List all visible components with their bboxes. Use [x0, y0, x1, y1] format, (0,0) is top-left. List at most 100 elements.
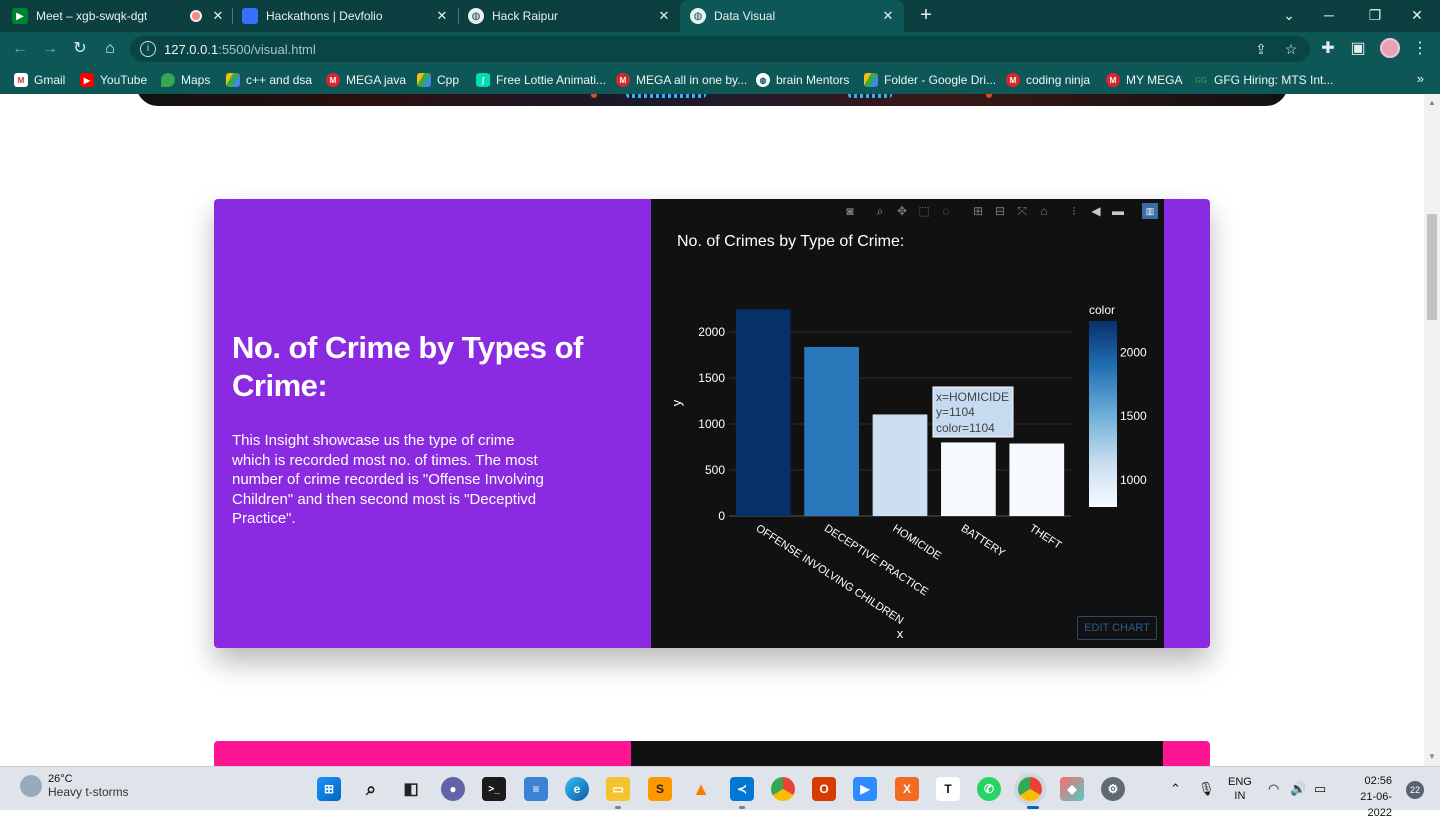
mega-icon: M	[326, 73, 340, 87]
x-tick-label: HOMICIDE	[890, 522, 943, 562]
tab-separator	[232, 8, 233, 24]
start-icon[interactable]: ⊞	[317, 777, 341, 801]
tab-hack-raipur[interactable]: ◍ Hack Raipur ✕	[460, 0, 680, 32]
minimize-button[interactable]: ─	[1306, 0, 1352, 32]
wifi-icon[interactable]: ◠	[1268, 767, 1279, 811]
whatsapp-icon[interactable]: ✆	[977, 777, 1001, 801]
close-icon[interactable]: ✕	[656, 8, 672, 24]
close-window-button[interactable]: ✕	[1394, 0, 1440, 32]
y-tick-label: 2000	[698, 325, 725, 339]
close-icon[interactable]: ✕	[210, 8, 226, 24]
address-bar[interactable]: i 127.0.0.1:5500/visual.html ⇪ ☆	[130, 36, 1310, 62]
tray-overflow-icon[interactable]: ⌃	[1170, 767, 1181, 811]
bookmark-my-mega[interactable]: M MY MEGA	[1106, 71, 1182, 89]
maps-icon	[161, 73, 175, 87]
bookmark-gmail[interactable]: M Gmail	[14, 71, 65, 89]
chat-icon[interactable]: ●	[441, 777, 465, 801]
tooltip-x: x=HOMICIDE	[936, 390, 1009, 404]
zoom-app-icon[interactable]: ▶	[853, 777, 877, 801]
terminal-icon[interactable]: >_	[482, 777, 506, 801]
youtube-icon: ▶	[80, 73, 94, 87]
bookmark-maps[interactable]: Maps	[161, 71, 210, 89]
typora-icon[interactable]: T	[936, 777, 960, 801]
clock[interactable]: 02:56 21-06-2022	[1340, 773, 1392, 821]
scroll-up-arrow-icon[interactable]: ▲	[1428, 98, 1436, 107]
site-info-icon[interactable]: i	[140, 41, 156, 57]
reload-button[interactable]: ↻	[70, 39, 90, 59]
search-icon[interactable]: ⌕	[359, 777, 383, 801]
y-axis-label: y	[669, 399, 684, 406]
drive-icon	[226, 73, 240, 87]
weather-widget[interactable]: 26°C Heavy t-storms	[20, 773, 129, 799]
bar	[1009, 443, 1065, 516]
office-icon[interactable]: O	[812, 777, 836, 801]
back-button[interactable]: ←	[10, 39, 30, 59]
edit-chart-button[interactable]: EDIT CHART	[1077, 616, 1157, 640]
close-icon[interactable]: ✕	[434, 8, 450, 24]
bookmark-lottie[interactable]: ʃ Free Lottie Animati...	[476, 71, 606, 89]
tab-title: Data Visual	[714, 9, 776, 23]
mega-icon: M	[616, 73, 630, 87]
restore-button[interactable]: ❐	[1352, 0, 1398, 32]
microphone-icon[interactable]: 🎙	[1198, 767, 1215, 811]
share-icon[interactable]: ⇪	[1252, 40, 1270, 58]
task-view-icon[interactable]: ◧	[399, 777, 423, 801]
running-indicator	[739, 806, 745, 809]
bar-chart: No. of Crimes by Type of Crime: 0 500 1000…	[669, 233, 1147, 641]
bookmark-youtube[interactable]: ▶ YouTube	[80, 71, 147, 89]
vscode-icon[interactable]: ≺	[730, 777, 754, 801]
more-bookmarks-button[interactable]: »	[1417, 71, 1424, 86]
tab-title: Hack Raipur	[492, 9, 559, 23]
forward-button[interactable]: →	[40, 39, 60, 59]
notepad-icon[interactable]: ≡	[524, 777, 548, 801]
xampp-icon[interactable]: X	[895, 777, 919, 801]
tab-meet[interactable]: ▶ Meet – xgb-swqk-dgt ✕	[12, 0, 234, 32]
bookmark-cpp[interactable]: Cpp	[417, 71, 459, 89]
scroll-down-arrow-icon[interactable]: ▼	[1428, 752, 1436, 761]
chrome-active-icon[interactable]	[1018, 777, 1042, 801]
y-tick-label: 1500	[698, 371, 725, 385]
page-viewport: No. of Crime by Types of Crime: This Ins…	[0, 94, 1424, 766]
file-explorer-icon[interactable]: ▭	[606, 777, 630, 801]
bookmark-brain-mentors[interactable]: ◍ brain Mentors	[756, 71, 849, 89]
tab-title: Hackathons | Devfolio	[266, 9, 383, 23]
close-icon[interactable]: ✕	[880, 8, 896, 24]
settings-icon[interactable]: ⚙	[1101, 777, 1125, 801]
menu-icon[interactable]: ⋮	[1410, 39, 1430, 59]
y-tick-label: 0	[718, 509, 725, 523]
extensions-icon[interactable]: ✚	[1318, 39, 1338, 59]
home-button[interactable]: ⌂	[100, 39, 120, 59]
vlc-icon[interactable]: ▲	[689, 777, 713, 801]
new-tab-button[interactable]: +	[916, 5, 936, 25]
side-panel-icon[interactable]: ▣	[1348, 39, 1368, 59]
scrollbar-thumb[interactable]	[1427, 214, 1437, 320]
bookmark-gfg[interactable]: GG GFG Hiring: MTS Int...	[1194, 71, 1334, 89]
bookmark-google-drive[interactable]: Folder - Google Dri...	[864, 71, 996, 89]
bookmark-cpp-dsa[interactable]: c++ and dsa	[226, 71, 312, 89]
bookmark-mega-all[interactable]: M MEGA all in one by...	[616, 71, 747, 89]
profile-avatar[interactable]	[1380, 38, 1400, 58]
sublime-icon[interactable]: S	[648, 777, 672, 801]
bookmark-star-icon[interactable]: ☆	[1282, 40, 1300, 58]
tooltip-color: color=1104	[936, 421, 995, 435]
bookmark-mega-java[interactable]: M MEGA java	[326, 71, 406, 89]
tab-devfolio[interactable]: Hackathons | Devfolio ✕	[236, 0, 458, 32]
chrome-icon[interactable]	[771, 777, 795, 801]
app-icon[interactable]: ◆	[1060, 777, 1084, 801]
mega-icon: M	[1006, 73, 1020, 87]
edge-icon[interactable]: e	[565, 777, 589, 801]
language-indicator[interactable]: ENG IN	[1228, 767, 1252, 811]
notification-badge[interactable]: 22	[1406, 781, 1424, 799]
insight-title: No. of Crime by Types of Crime:	[232, 330, 583, 403]
battery-icon[interactable]: ▭	[1314, 767, 1326, 811]
bar	[941, 442, 996, 516]
volume-icon[interactable]: 🔊	[1290, 767, 1306, 811]
tab-data-visual[interactable]: ◍ Data Visual ✕	[680, 0, 904, 32]
tooltip-y: y=1104	[936, 405, 975, 419]
y-tick-label: 1000	[698, 417, 725, 431]
x-tick-label: OFFENSE INVOLVING CHILDREN	[754, 522, 906, 627]
x-tick-label: THEFT	[1027, 522, 1063, 552]
page-scrollbar[interactable]: ▲ ▼	[1424, 94, 1440, 766]
devfolio-icon	[242, 8, 258, 24]
bookmark-coding-ninja[interactable]: Mcoding ninja	[1006, 71, 1090, 89]
